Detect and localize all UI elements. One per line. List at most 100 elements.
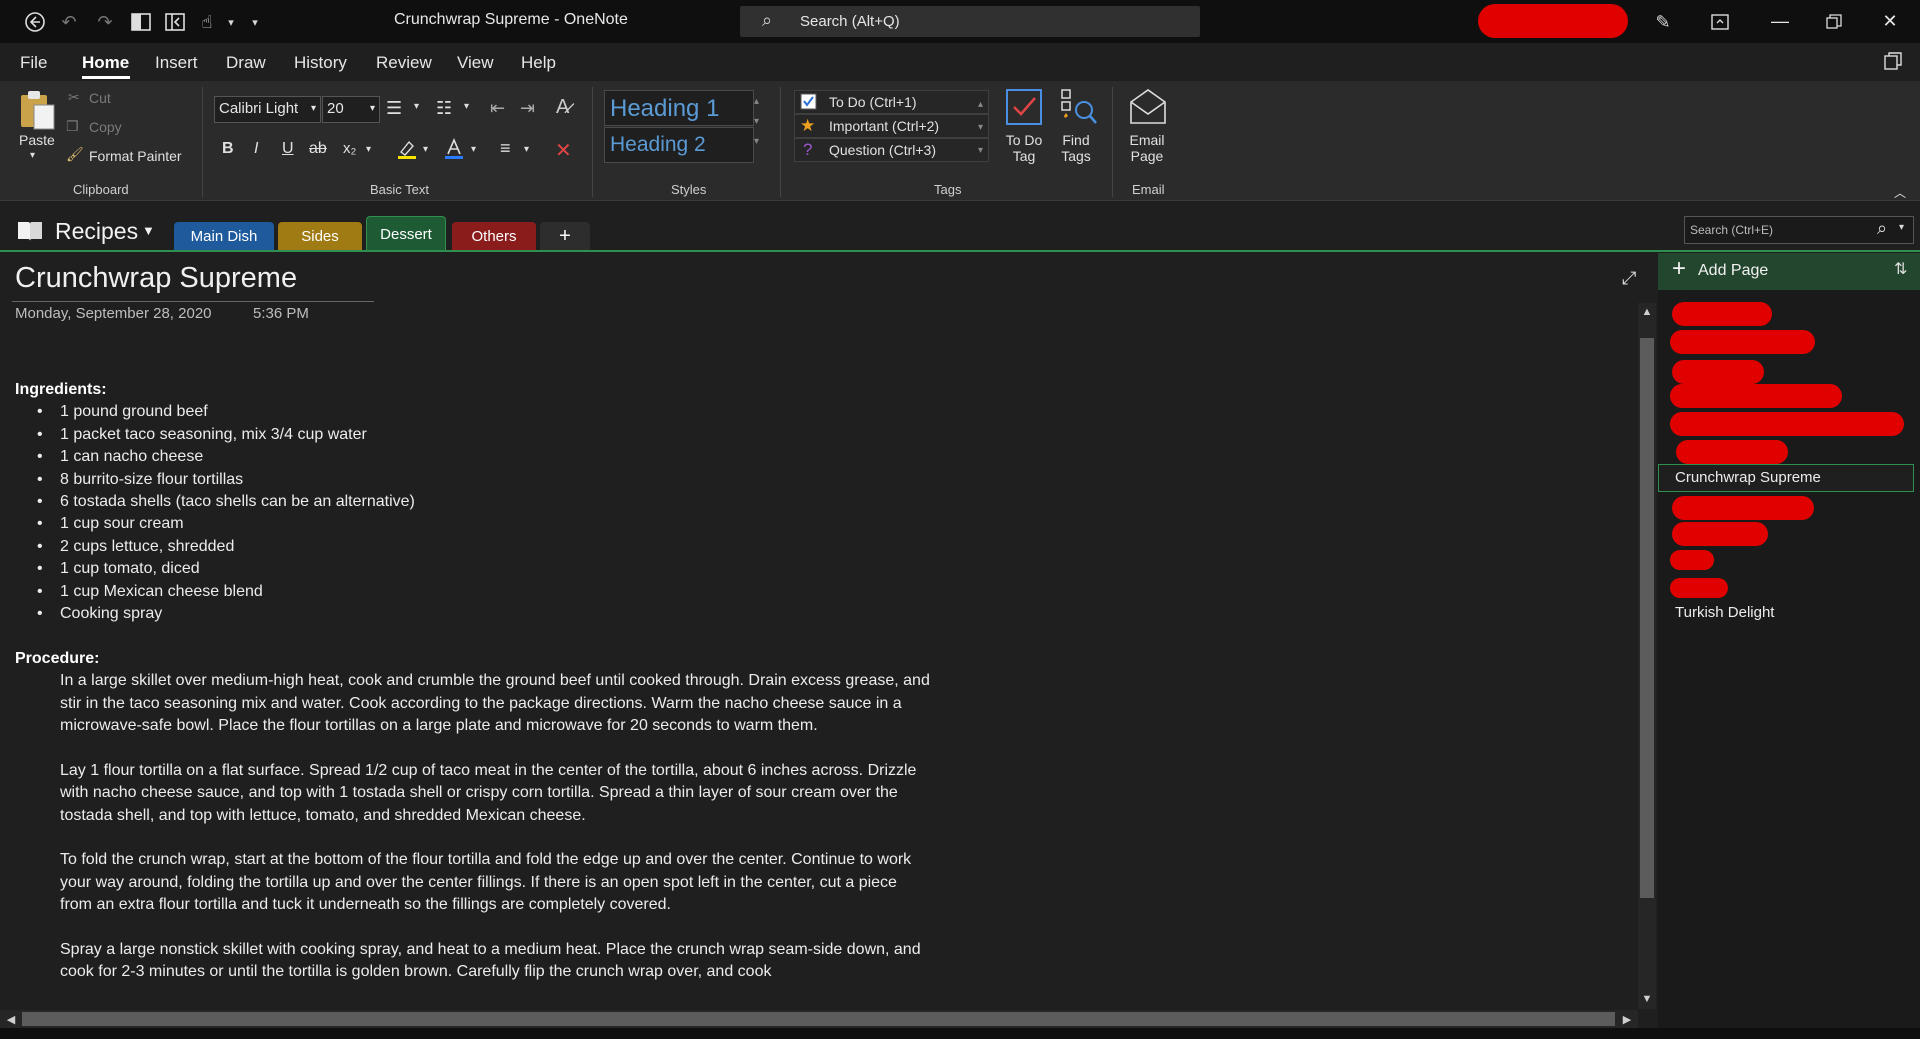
add-page-button[interactable]: + Add Page ⇅ (1658, 253, 1920, 290)
pen-icon[interactable]: ✎ (1650, 9, 1676, 35)
chevron-down-icon[interactable]: ▾ (218, 9, 244, 35)
paste-icon[interactable] (18, 89, 56, 136)
notebook-chevron-icon[interactable]: ▼ (142, 223, 155, 238)
procedure-step: Spray a large nonstick skillet with cook… (60, 940, 921, 981)
touch-mode-icon[interactable]: ☝ (194, 9, 220, 35)
chevron-down-icon[interactable]: ▾ (366, 144, 371, 155)
paste-chevron-icon[interactable]: ▾ (30, 150, 35, 161)
expand-icon[interactable]: ⤢ (1622, 268, 1636, 289)
menu-file[interactable]: File (20, 53, 47, 73)
font-size-select[interactable]: 20 ▾ (322, 96, 380, 123)
redacted-page[interactable] (1670, 330, 1815, 354)
note-body[interactable]: Ingredients: 1 pound ground beef1 packet… (15, 379, 930, 1006)
format-painter-button[interactable]: Format Painter (89, 148, 182, 164)
scroll-left-icon[interactable]: ◀ (2, 1010, 20, 1028)
style-heading-1[interactable]: Heading 1 (604, 90, 754, 126)
chevron-down-icon[interactable]: ▾ (423, 144, 428, 155)
strikethrough-icon[interactable]: ab (309, 140, 327, 158)
cut-button[interactable]: Cut (89, 90, 111, 106)
navigation-icon[interactable] (162, 9, 188, 35)
tag-important[interactable]: ★ Important (Ctrl+2) (794, 114, 989, 138)
menu-insert[interactable]: Insert (155, 53, 198, 73)
tags-scroll-icon[interactable]: ▴ ▾ ▾ (978, 93, 983, 162)
page-title[interactable]: Crunchwrap Supreme (15, 262, 297, 295)
section-tab-dessert[interactable]: Dessert (366, 216, 446, 252)
menu-draw[interactable]: Draw (226, 53, 266, 73)
chevron-down-icon[interactable]: ▾ (471, 144, 476, 155)
redacted-page[interactable] (1670, 550, 1714, 570)
find-tags-icon[interactable] (1060, 88, 1098, 131)
menu-bar (0, 43, 1920, 81)
menu-view[interactable]: View (457, 53, 494, 73)
menu-history[interactable]: History (294, 53, 347, 73)
ribbon-separator (592, 87, 593, 197)
align-icon[interactable]: ≡ (500, 138, 511, 159)
page-item-turkish-delight[interactable]: Turkish Delight (1675, 604, 1774, 621)
increase-indent-icon[interactable]: ⇥ (520, 98, 535, 119)
redacted-page[interactable] (1670, 412, 1904, 436)
vertical-scroll-thumb[interactable] (1640, 338, 1654, 898)
page-item-crunchwrap-supreme[interactable]: Crunchwrap Supreme (1675, 469, 1821, 486)
section-tab-main-dish[interactable]: Main Dish (174, 222, 274, 250)
todo-tag-icon[interactable] (1005, 88, 1043, 131)
tag-todo[interactable]: To Do (Ctrl+1) (794, 90, 989, 114)
collapse-ribbon-icon[interactable]: ︿ (1894, 184, 1906, 201)
chevron-down-icon[interactable]: ▾ (414, 101, 419, 112)
back-icon[interactable] (22, 9, 48, 35)
style-heading-2[interactable]: Heading 2 (604, 127, 754, 163)
add-section-button[interactable]: + (540, 222, 590, 250)
redacted-page[interactable] (1672, 360, 1764, 384)
decrease-indent-icon[interactable]: ⇤ (490, 98, 505, 119)
todo-tag-button[interactable]: To Do Tag (1004, 132, 1044, 164)
font-color-icon[interactable] (443, 137, 465, 166)
delete-icon[interactable]: ✕ (555, 138, 572, 163)
section-tab-sides[interactable]: Sides (278, 222, 362, 250)
email-page-button[interactable]: Email Page (1124, 132, 1170, 164)
scroll-right-icon[interactable]: ▶ (1618, 1010, 1636, 1028)
redacted-page[interactable] (1672, 522, 1768, 546)
chevron-down-icon[interactable]: ▾ (524, 144, 529, 155)
scroll-up-icon[interactable]: ▲ (1638, 303, 1656, 321)
clear-formatting-icon[interactable]: A̷ (556, 96, 569, 119)
minimize-icon[interactable]: — (1752, 0, 1808, 43)
restore-icon[interactable] (1806, 0, 1862, 43)
account-avatar[interactable] (1478, 4, 1628, 38)
redacted-page[interactable] (1672, 302, 1772, 326)
subscript-icon[interactable]: x₂ (343, 140, 356, 157)
menu-review[interactable]: Review (376, 53, 432, 73)
redacted-page[interactable] (1670, 384, 1842, 408)
undo-icon[interactable]: ↶ (56, 9, 82, 35)
italic-icon[interactable]: I (254, 140, 258, 158)
redacted-page[interactable] (1676, 440, 1788, 464)
redacted-page[interactable] (1670, 578, 1728, 598)
redacted-page[interactable] (1672, 496, 1814, 520)
search-box[interactable]: ⌕ Search (Alt+Q) (740, 6, 1200, 37)
font-name-select[interactable]: Calibri Light ▾ (214, 96, 321, 123)
notebook-name[interactable]: Recipes (55, 218, 138, 245)
close-icon[interactable]: ✕ (1862, 0, 1918, 43)
section-tab-others[interactable]: Others (452, 222, 536, 250)
redo-icon[interactable]: ↷ (92, 9, 118, 35)
styles-scroll-icon[interactable]: ▴ ▾ ▾ (754, 92, 759, 152)
immersive-reader-icon[interactable] (1884, 52, 1902, 75)
page-search-input[interactable]: Search (Ctrl+E) ⌕ ▾ (1684, 216, 1914, 244)
find-tags-button[interactable]: Find Tags (1058, 132, 1094, 164)
menu-home[interactable]: Home (82, 53, 129, 73)
tag-question[interactable]: ? Question (Ctrl+3) (794, 138, 989, 162)
highlight-icon[interactable] (396, 138, 418, 165)
horizontal-scroll-thumb[interactable] (22, 1012, 1615, 1026)
dock-icon[interactable] (128, 9, 154, 35)
underline-icon[interactable]: U (282, 140, 294, 158)
sort-icon[interactable]: ⇅ (1894, 259, 1907, 279)
paste-button[interactable]: Paste (19, 132, 55, 148)
chevron-down-icon[interactable]: ▾ (464, 101, 469, 112)
bold-icon[interactable]: B (222, 140, 234, 158)
email-icon[interactable] (1128, 88, 1168, 131)
copy-button[interactable]: Copy (89, 119, 122, 135)
bullets-icon[interactable]: ☰ (386, 98, 402, 119)
menu-help[interactable]: Help (521, 53, 556, 73)
numbering-icon[interactable]: ☷ (436, 98, 452, 119)
customize-toolbar-icon[interactable]: ▾ (242, 9, 268, 35)
ribbon-display-icon[interactable] (1692, 0, 1748, 43)
scroll-down-icon[interactable]: ▼ (1638, 990, 1656, 1008)
